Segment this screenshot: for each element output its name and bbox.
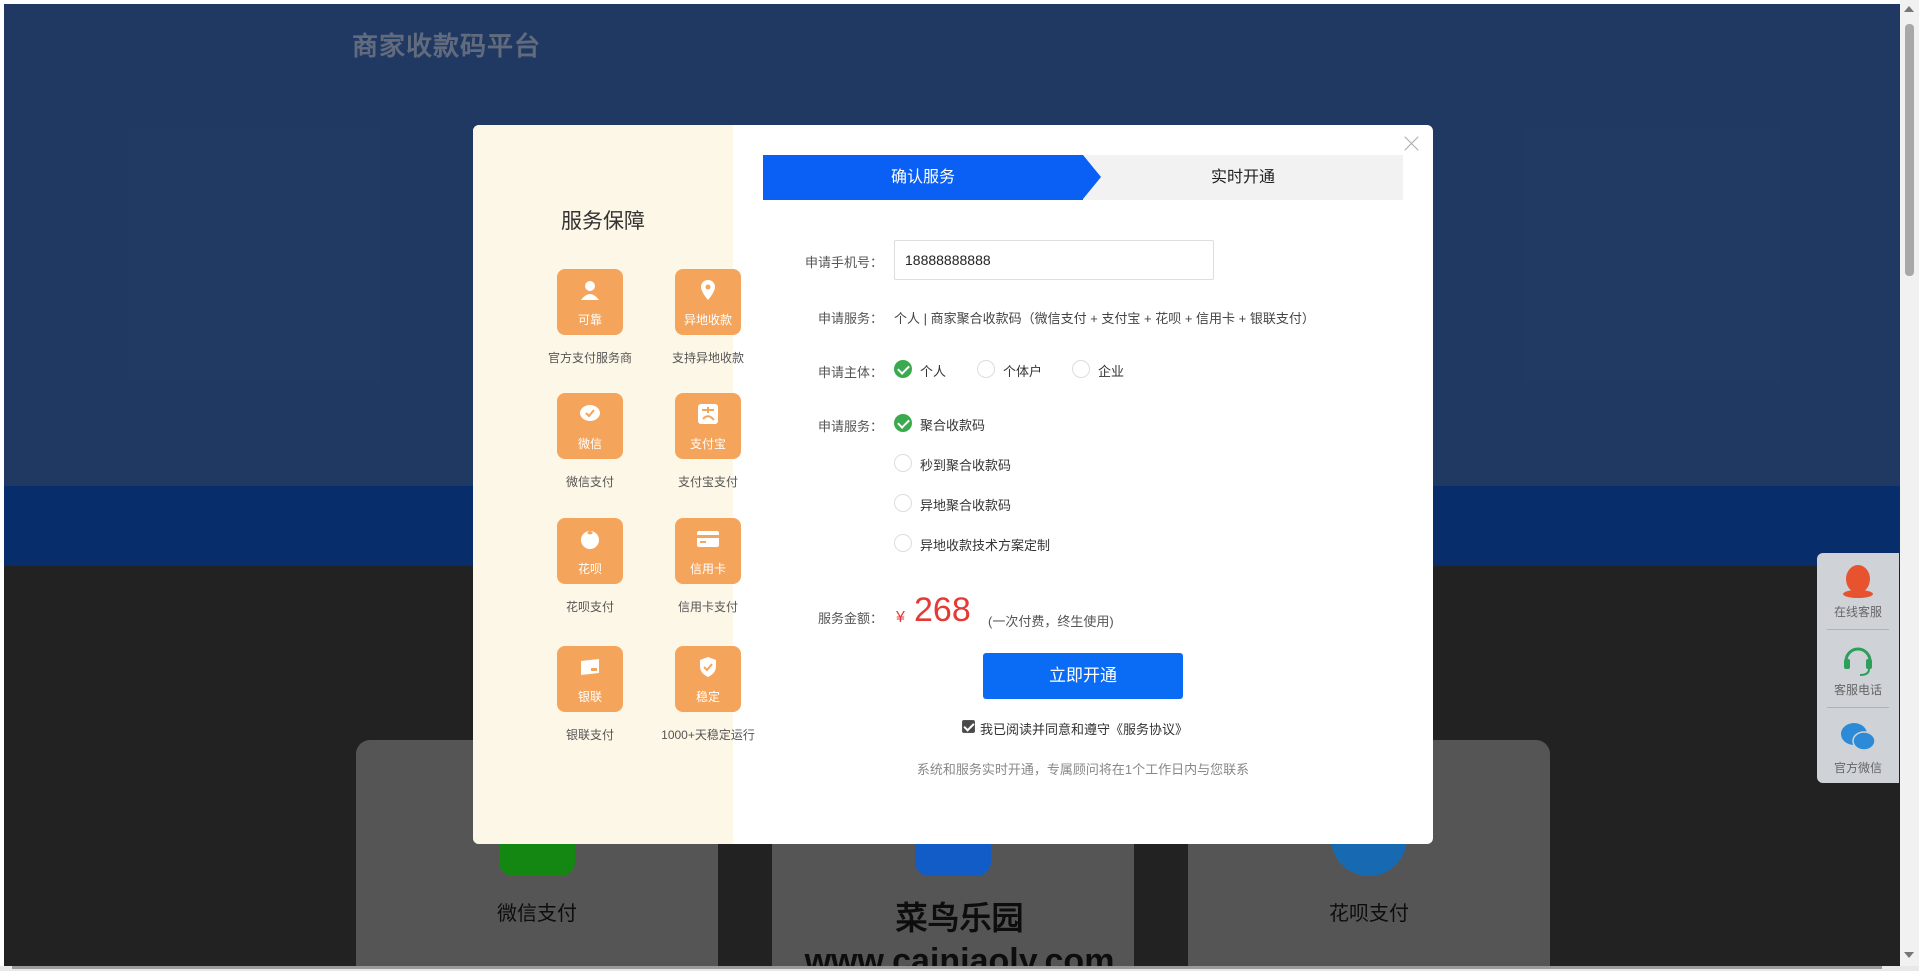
tile-label: 银联: [577, 690, 602, 704]
feature-tile: 可靠: [557, 269, 623, 335]
radio[interactable]: [977, 360, 995, 378]
feature-tile: 信用卡: [675, 518, 741, 584]
scroll-down-arrow-icon[interactable]: [1904, 952, 1914, 958]
option-label: 异地聚合收款码: [920, 498, 1012, 513]
float-item-label: 在线客服: [1833, 605, 1882, 619]
credit-card-icon: [697, 531, 719, 547]
service-phone-button[interactable]: 客服电话: [1817, 631, 1899, 703]
feature-tile: 微信: [557, 393, 623, 459]
feature-stable: 稳定 1000+天稳定运行: [648, 646, 768, 743]
feature-reliable: 可靠 官方支付服务商: [530, 269, 650, 366]
wechat-icon: [580, 405, 600, 421]
agreement-text: 我已阅读并同意和遵守《服务协议》: [980, 722, 1189, 737]
tile-label: 可靠: [577, 313, 602, 327]
price-value: 268: [914, 591, 971, 629]
scrollbar-thumb[interactable]: [1905, 24, 1914, 276]
radio[interactable]: [894, 494, 912, 512]
float-item-label: 官方微信: [1833, 761, 1882, 775]
step-confirm-service: 确认服务: [763, 155, 1083, 200]
headset-icon: [1844, 647, 1872, 676]
user-icon: [581, 281, 599, 300]
option-label: 秒到聚合收款码: [920, 458, 1012, 473]
floating-service-bar: 在线客服 客服电话 官方微信: [1817, 553, 1899, 783]
feature-tile: 花呗: [557, 518, 623, 584]
phone-label: 申请手机号：: [804, 255, 883, 270]
step-arrow: [1083, 155, 1101, 199]
option-label: 个体户: [1003, 364, 1043, 379]
option-label: 聚合收款码: [920, 418, 986, 433]
radio[interactable]: [1072, 360, 1090, 378]
feature-tile: 银联: [557, 646, 623, 712]
close-icon[interactable]: [1402, 133, 1422, 153]
location-pin-icon: [701, 280, 715, 300]
float-item-label: 客服电话: [1833, 683, 1882, 697]
service-guarantee-panel: 服务保障 可靠 官方支付服务商 异地收款 支持异地收款 微信 微信支付 支付宝 …: [473, 125, 755, 844]
feature-caption: 支付宝支付: [677, 475, 738, 489]
radio[interactable]: [894, 534, 912, 552]
activate-now-button[interactable]: 立即开通: [983, 653, 1183, 699]
feature-tile: 异地收款: [675, 269, 741, 335]
option-label: 异地收款技术方案定制: [920, 538, 1051, 553]
shield-icon: [700, 657, 716, 677]
scroll-up-arrow-icon[interactable]: [1904, 6, 1914, 12]
service-options-label: 申请服务：: [817, 419, 883, 434]
tile-label: 异地收款: [683, 313, 732, 327]
radio[interactable]: [894, 454, 912, 472]
step-progress: 实时开通 确认服务: [763, 155, 1403, 200]
tile-label: 花呗: [577, 562, 602, 576]
tile-label: 稳定: [695, 690, 720, 704]
radio-checked[interactable]: [894, 360, 912, 378]
feature-caption: 花呗支付: [565, 600, 614, 614]
huabei-icon: [581, 531, 599, 549]
horizontal-scrollbar-thumb[interactable]: [12, 966, 1882, 969]
feature-alipay: 支付宝 支付宝支付: [648, 393, 768, 490]
service-description: 个人 | 商家聚合收款码（微信支付 + 支付宝 + 花呗 + 信用卡 + 银联支…: [894, 311, 1315, 326]
unionpay-icon: [581, 659, 599, 675]
tile-label: 支付宝: [689, 437, 726, 451]
option-label: 企业: [1098, 364, 1125, 379]
amount-label: 服务金额：: [817, 611, 883, 626]
currency-symbol: ¥: [896, 609, 905, 626]
service-modal: 服务保障 可靠 官方支付服务商 异地收款 支持异地收款 微信 微信支付 支付宝 …: [473, 125, 1433, 844]
feature-remote-collection: 异地收款 支持异地收款: [648, 269, 768, 366]
feature-tile: 支付宝: [675, 393, 741, 459]
feature-caption: 支持异地收款: [671, 351, 744, 365]
feature-unionpay: 银联 银联支付: [530, 646, 650, 743]
checkbox-checked[interactable]: [962, 720, 975, 733]
subject-label: 申请主体：: [817, 365, 883, 380]
divider: [1827, 629, 1889, 630]
option-label: 个人: [920, 364, 947, 379]
tile-label: 微信: [577, 437, 602, 451]
feature-wechat: 微信 微信支付: [530, 393, 650, 490]
panel-title: 服务保障: [561, 210, 645, 233]
feature-credit-card: 信用卡 信用卡支付: [648, 518, 768, 615]
service-label: 申请服务：: [817, 311, 883, 326]
step-realtime-activate: 实时开通: [1210, 169, 1275, 186]
wechat-icon: [1841, 723, 1876, 751]
tile-label: 信用卡: [689, 562, 726, 576]
feature-caption: 银联支付: [565, 728, 614, 742]
feature-caption: 1000+天稳定运行: [661, 728, 755, 742]
alipay-icon: [698, 404, 718, 424]
feature-caption: 微信支付: [565, 475, 614, 489]
divider: [1827, 707, 1889, 708]
feature-tile: 稳定: [675, 646, 741, 712]
phone-input[interactable]: [894, 240, 1214, 280]
radio-checked[interactable]: [894, 414, 912, 432]
qq-icon: [1843, 565, 1873, 598]
official-wechat-button[interactable]: 官方微信: [1817, 709, 1899, 781]
feature-huabei: 花呗 花呗支付: [530, 518, 650, 615]
feature-caption: 信用卡支付: [677, 600, 738, 614]
price-note: (一次付费，终生使用): [988, 614, 1114, 629]
feature-caption: 官方支付服务商: [547, 351, 632, 365]
online-service-button[interactable]: 在线客服: [1817, 553, 1899, 625]
bottom-note: 系统和服务实时开通，专属顾问将在1个工作日内与您联系: [916, 762, 1250, 777]
